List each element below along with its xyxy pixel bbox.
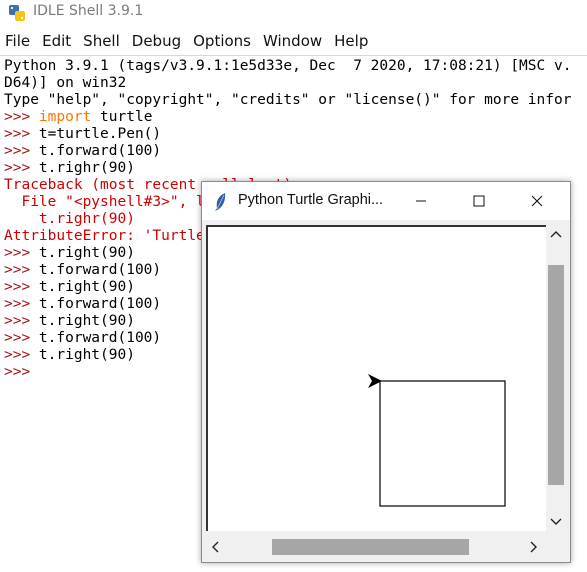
shell-line: >>> t.forward(100)	[4, 262, 161, 279]
shell-line: >>> t=turtle.Pen()	[4, 126, 161, 143]
shell-input-text: t=turtle.Pen()	[38, 126, 162, 142]
shell-prompt-text: >>>	[4, 262, 39, 278]
idle-titlebar: IDLE Shell 3.9.1	[0, 0, 587, 26]
menu-bar: File Edit Shell Debug Options Window Hel…	[0, 30, 587, 52]
shell-keyword-text: import	[38, 109, 92, 125]
menu-window[interactable]: Window	[258, 30, 329, 52]
feather-icon	[215, 193, 226, 211]
maximize-icon	[473, 195, 485, 207]
shell-plain-text: D64)] on win32	[4, 75, 127, 91]
scroll-left-icon[interactable]	[210, 541, 220, 553]
shell-input-text: t.right(90)	[38, 279, 135, 295]
vertical-scroll-thumb[interactable]	[548, 265, 564, 485]
menu-edit[interactable]: Edit	[37, 30, 78, 52]
shell-line: Python 3.9.1 (tags/v3.9.1:1e5d33e, Dec 7…	[4, 58, 571, 75]
shell-plain-text: Type "help", "copyright", "credits" or "…	[4, 92, 572, 108]
shell-plain-text: Python 3.9.1 (tags/v3.9.1:1e5d33e, Dec 7…	[4, 58, 572, 74]
turtle-window-title: Python Turtle Graphi...	[238, 192, 384, 208]
vertical-scrollbar[interactable]	[546, 225, 566, 535]
maximize-button[interactable]	[456, 182, 502, 220]
shell-line: >>> t.right(90)	[4, 279, 135, 296]
menu-file[interactable]: File	[0, 30, 37, 52]
menu-shell[interactable]: Shell	[78, 30, 127, 52]
horizontal-scrollbar[interactable]	[206, 536, 545, 558]
python-app-icon	[9, 5, 25, 21]
turtle-canvas[interactable]	[206, 225, 547, 531]
menu-help[interactable]: Help	[329, 30, 375, 52]
shell-line: >>> t.forward(100)	[4, 143, 161, 160]
shell-line: >>>	[4, 364, 39, 381]
shell-line: >>> import turtle	[4, 109, 152, 126]
shell-input-text: t.forward(100)	[38, 143, 162, 159]
shell-prompt-text: >>>	[4, 347, 39, 363]
shell-prompt-text: >>>	[4, 126, 39, 142]
shell-input-text: t.right(90)	[38, 245, 135, 261]
shell-line: >>> t.forward(100)	[4, 296, 161, 313]
minimize-icon	[416, 200, 426, 202]
turtle-titlebar[interactable]: Python Turtle Graphi...	[202, 182, 570, 220]
shell-error-text: t.righr(90)	[4, 211, 135, 227]
scroll-right-icon[interactable]	[529, 541, 539, 553]
close-button[interactable]	[514, 182, 560, 220]
shell-line: t.righr(90)	[4, 211, 135, 228]
shell-line: Type "help", "copyright", "credits" or "…	[4, 92, 571, 109]
shell-input-text: t.right(90)	[38, 347, 135, 363]
shell-input-text: t.right(90)	[38, 313, 135, 329]
shell-prompt-text: >>>	[4, 160, 39, 176]
shell-input-text: t.forward(100)	[38, 296, 162, 312]
shell-prompt-text: >>>	[4, 296, 39, 312]
minimize-button[interactable]	[398, 182, 444, 220]
shell-prompt-text: >>>	[4, 330, 39, 346]
shell-prompt-text: >>>	[4, 245, 39, 261]
scroll-down-icon[interactable]	[550, 517, 562, 527]
turtle-drawing	[368, 374, 506, 507]
shell-input-text: t.forward(100)	[38, 262, 162, 278]
close-icon	[531, 195, 543, 207]
shell-line: >>> t.forward(100)	[4, 330, 161, 347]
window-title: IDLE Shell 3.9.1	[33, 3, 144, 19]
shell-prompt-text: >>>	[4, 313, 39, 329]
shell-prompt-text: >>>	[4, 143, 39, 159]
shell-line: >>> t.right(90)	[4, 245, 135, 262]
square-path	[379, 380, 506, 507]
menu-options[interactable]: Options	[188, 30, 258, 52]
shell-line: >>> t.right(90)	[4, 313, 135, 330]
shell-input-text: t.righr(90)	[38, 160, 135, 176]
shell-prompt-text: >>>	[4, 109, 39, 125]
shell-input-text: t.forward(100)	[38, 330, 162, 346]
shell-input-text: turtle	[91, 109, 153, 125]
shell-line: D64)] on win32	[4, 75, 126, 92]
shell-line: >>> t.righr(90)	[4, 160, 135, 177]
shell-line: >>> t.right(90)	[4, 347, 135, 364]
menu-debug[interactable]: Debug	[127, 30, 188, 52]
turtle-graphics-window[interactable]: Python Turtle Graphi...	[201, 181, 571, 563]
horizontal-scroll-thumb[interactable]	[272, 539, 469, 555]
shell-prompt-text: >>>	[4, 364, 39, 380]
shell-prompt-text: >>>	[4, 279, 39, 295]
scroll-up-icon[interactable]	[550, 229, 562, 239]
